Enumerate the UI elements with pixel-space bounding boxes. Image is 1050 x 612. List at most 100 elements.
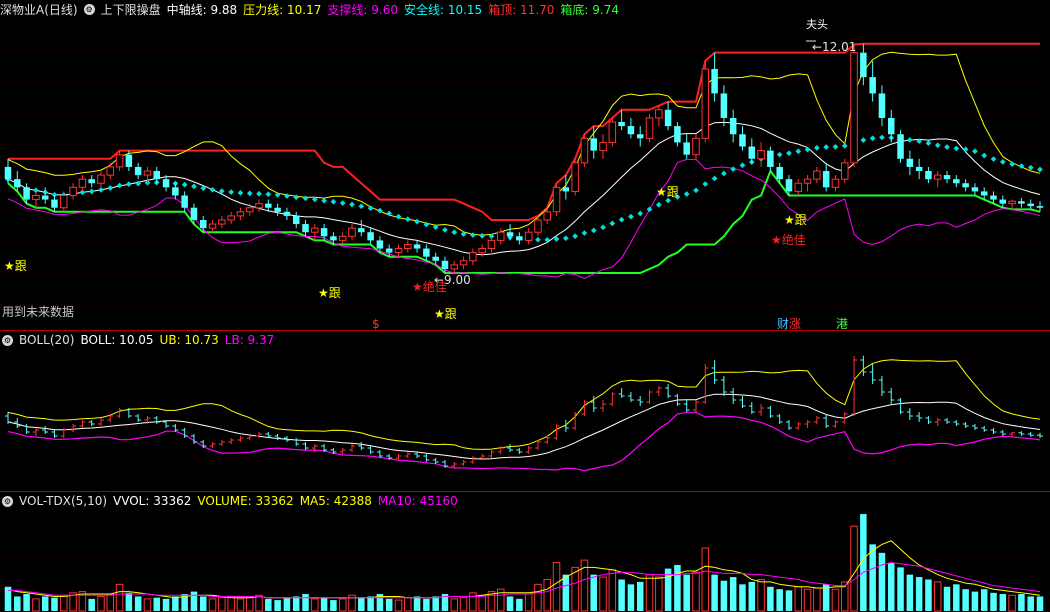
safe-line-dot [869, 135, 876, 142]
safe-line-dot [293, 194, 300, 201]
candle-body [459, 260, 468, 266]
future-data-notice: 用到未来数据 [2, 304, 74, 319]
candle-body [887, 117, 895, 135]
candle-body [813, 170, 821, 180]
box-top-line [8, 42, 1040, 221]
candle-body [803, 178, 812, 184]
candle-body [850, 52, 858, 164]
candle-body [88, 179, 95, 184]
safe-line-dot [879, 134, 885, 141]
candle-body [878, 93, 886, 118]
safe-line-dot [442, 227, 448, 233]
volume-bar [311, 598, 319, 612]
volume-bar [143, 598, 152, 612]
safe-line-dot [1009, 161, 1015, 167]
candle-body [729, 117, 737, 135]
volume-bar [692, 571, 700, 612]
volume-bar [162, 598, 170, 611]
safe-line-dot [832, 143, 839, 150]
candle-body [115, 154, 124, 168]
volume-bar [701, 547, 710, 612]
volume-bar [338, 598, 347, 612]
safe-line-dot [618, 216, 625, 223]
safe-line-dot [404, 216, 411, 222]
volume-bar [757, 578, 765, 612]
candle-body [450, 264, 459, 270]
volume-bar [245, 597, 254, 612]
candle-body [757, 150, 765, 160]
candle-body [692, 137, 700, 156]
volume-bar [897, 567, 904, 611]
candle-body [60, 194, 68, 209]
safe-line-dot [321, 197, 327, 204]
safe-line-dot [814, 145, 820, 151]
volume-bar [413, 596, 421, 611]
volume-bar [785, 590, 793, 611]
candle-body [97, 174, 105, 184]
volume-bar [450, 598, 459, 612]
candle-body [1008, 200, 1016, 205]
safe-line-dot [237, 189, 244, 196]
safe-line-dot [786, 150, 792, 157]
candle-body [469, 252, 477, 262]
volume-bar [534, 583, 542, 612]
candle-body [739, 134, 746, 147]
safe-line-dot [470, 232, 476, 238]
chart-canvas[interactable]: 用到未来数据←12.01←9.00夫头★跟★跟 ★绝佳★跟★跟★跟★绝佳$ 财涨港 [0, 0, 1050, 612]
candle-body [348, 227, 356, 237]
volume-bar [255, 594, 263, 612]
candle-body [32, 194, 40, 201]
candle-body [516, 236, 523, 241]
safe-line-dot [925, 140, 932, 146]
candle-body [265, 203, 272, 208]
candle-body [831, 178, 840, 188]
volume-bar [97, 595, 105, 612]
signal-label: ★跟 [784, 213, 807, 227]
candle-body [999, 199, 1007, 204]
candle-body [552, 186, 561, 213]
candle-body [125, 154, 133, 167]
safe-line-dot [88, 188, 95, 195]
volume-bar [552, 562, 561, 612]
candle-body [199, 219, 207, 229]
safe-line-dot [572, 233, 578, 239]
volume-bar [423, 598, 430, 611]
volume-bar [878, 552, 886, 611]
candle-body [14, 179, 21, 188]
volume-bar [134, 596, 142, 611]
candle-body [971, 187, 979, 192]
safe-line-dot [655, 201, 662, 208]
volume-bar [729, 577, 737, 611]
safe-line-dot [358, 203, 365, 210]
volume-bar [218, 597, 226, 612]
event-marker: $ [372, 317, 380, 331]
volume-bar [720, 580, 728, 611]
safe-line-dot [181, 181, 188, 188]
candle-body [162, 179, 170, 188]
boll-middle-line [7, 393, 1041, 460]
candle-body [143, 170, 152, 176]
candle-body [1036, 206, 1044, 208]
safe-line-dot [730, 166, 737, 172]
boll-panel [5, 355, 1043, 472]
volume-bar [516, 598, 523, 611]
volume-bar [302, 594, 309, 611]
volume-bar [236, 598, 245, 612]
candle-body [283, 211, 291, 216]
candle-body [338, 235, 347, 241]
safe-line-dot [330, 198, 337, 205]
candle-body [599, 141, 607, 152]
safe-line-dot [972, 148, 978, 155]
volume-bar [925, 579, 932, 611]
safe-line-dot [265, 191, 272, 198]
volume-bar [14, 596, 21, 611]
candle-body [794, 182, 803, 192]
safe-line-dot [107, 185, 114, 191]
volume-bar [385, 598, 393, 611]
candle-body [432, 256, 439, 261]
signal-label: ★跟 [434, 307, 457, 321]
volume-bar [776, 589, 783, 611]
safe-line-dot [116, 182, 123, 189]
safe-line-dot [544, 237, 551, 243]
candle-body [534, 219, 542, 233]
